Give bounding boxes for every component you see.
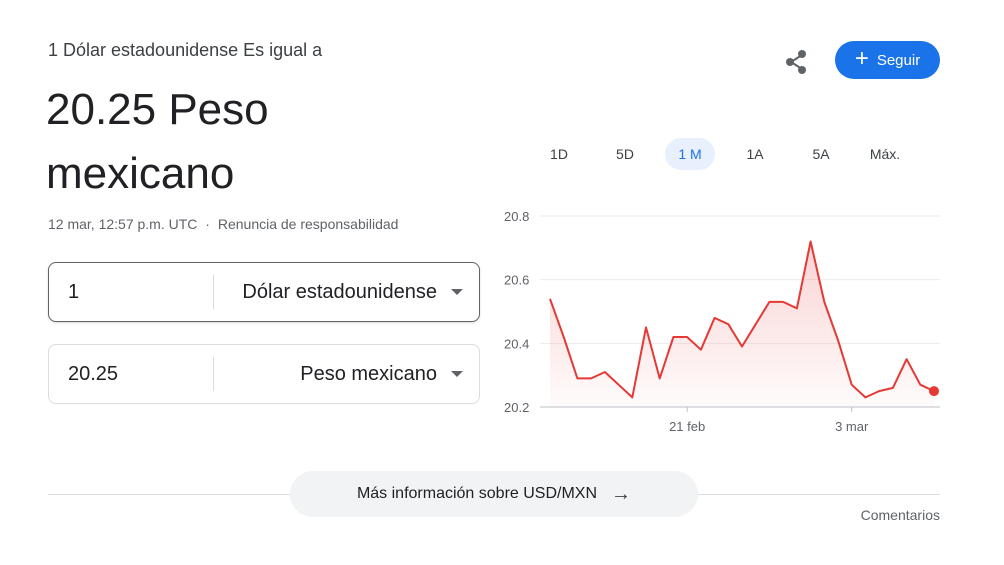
conversion-subtitle: 1 Dólar estadounidense Es igual a	[48, 40, 323, 60]
converter-divider	[213, 357, 214, 391]
meta-separator: ·	[205, 216, 210, 232]
range-tabs: 1D 5D 1 M 1A 5A Máx.	[535, 138, 935, 170]
tab-1d[interactable]: 1D	[535, 138, 583, 170]
share-button[interactable]	[780, 46, 812, 78]
tab-5a[interactable]: 5A	[797, 138, 845, 170]
chart-point	[644, 325, 648, 329]
current-value-dot	[929, 386, 939, 397]
plus-icon: +	[854, 45, 869, 72]
arrow-right-icon: →	[611, 482, 632, 505]
chart-point	[754, 322, 758, 326]
from-currency-select[interactable]: Dólar estadounidense	[242, 281, 437, 304]
share-icon	[786, 50, 806, 74]
chart-point	[671, 335, 675, 339]
chart-point	[617, 383, 621, 387]
x-tick-label: 3 mar	[835, 419, 869, 434]
chart-point	[685, 335, 689, 339]
chart-point	[740, 345, 744, 349]
chart-point	[795, 306, 799, 310]
chart-point	[767, 300, 771, 304]
from-amount-input[interactable]: 1	[68, 281, 79, 304]
chevron-down-icon[interactable]	[451, 371, 463, 377]
converter-divider	[213, 275, 214, 309]
timestamp: 12 mar, 12:57 p.m. UTC	[48, 216, 198, 232]
chart-point	[863, 395, 867, 399]
to-amount-input[interactable]: 20.25	[68, 363, 118, 386]
chart-point	[603, 370, 607, 374]
chart-point	[575, 376, 579, 380]
more-info-button[interactable]: Más información sobre USD/MXN →	[290, 471, 698, 517]
follow-label: Seguir	[876, 51, 921, 69]
y-tick-label: 20.6	[504, 273, 529, 288]
chart-point	[822, 300, 826, 304]
more-info-label: Más información sobre USD/MXN	[356, 485, 598, 502]
chart-point	[658, 376, 662, 380]
chart-point	[850, 383, 854, 387]
y-tick-label: 20.2	[504, 400, 529, 415]
timestamp-line: 12 mar, 12:57 p.m. UTC · Renuncia de res…	[48, 216, 398, 232]
chart-point	[630, 395, 634, 399]
tab-5d[interactable]: 5D	[601, 138, 649, 170]
chart-point	[562, 335, 566, 339]
chart-point	[589, 376, 593, 380]
to-currency-select[interactable]: Peso mexicano	[300, 363, 437, 386]
x-tick-label: 21 feb	[669, 419, 705, 434]
chart-point	[809, 239, 813, 243]
conversion-result: 20.25 Peso mexicano	[46, 85, 269, 198]
follow-button[interactable]: + Seguir	[835, 41, 940, 79]
y-tick-label: 20.4	[504, 336, 529, 351]
tab-1a[interactable]: 1A	[731, 138, 779, 170]
to-converter-row: 20.25 Peso mexicano	[48, 344, 480, 404]
chart-point	[713, 316, 717, 320]
y-tick-label: 20.8	[504, 209, 529, 224]
chart-area	[550, 241, 934, 407]
chart-point	[891, 386, 895, 390]
from-converter-row: 1 Dólar estadounidense	[48, 262, 480, 322]
chart-point	[726, 322, 730, 326]
chart-point	[699, 348, 703, 352]
tab-1m[interactable]: 1 M	[665, 138, 715, 170]
chevron-down-icon[interactable]	[451, 289, 463, 295]
chart-point	[781, 300, 785, 304]
exchange-rate-chart[interactable]: 20.8 20.6 20.4 20.2 21 feb 3 mar	[496, 200, 946, 450]
disclaimer-link[interactable]: Renuncia de responsabilidad	[218, 216, 399, 232]
feedback-link[interactable]: Comentarios	[861, 507, 940, 523]
chart-point	[905, 357, 909, 361]
chart-point	[836, 338, 840, 342]
chart-point	[548, 297, 552, 301]
chart-point	[877, 389, 881, 393]
chart-point	[918, 383, 922, 387]
tab-max[interactable]: Máx.	[859, 138, 911, 170]
